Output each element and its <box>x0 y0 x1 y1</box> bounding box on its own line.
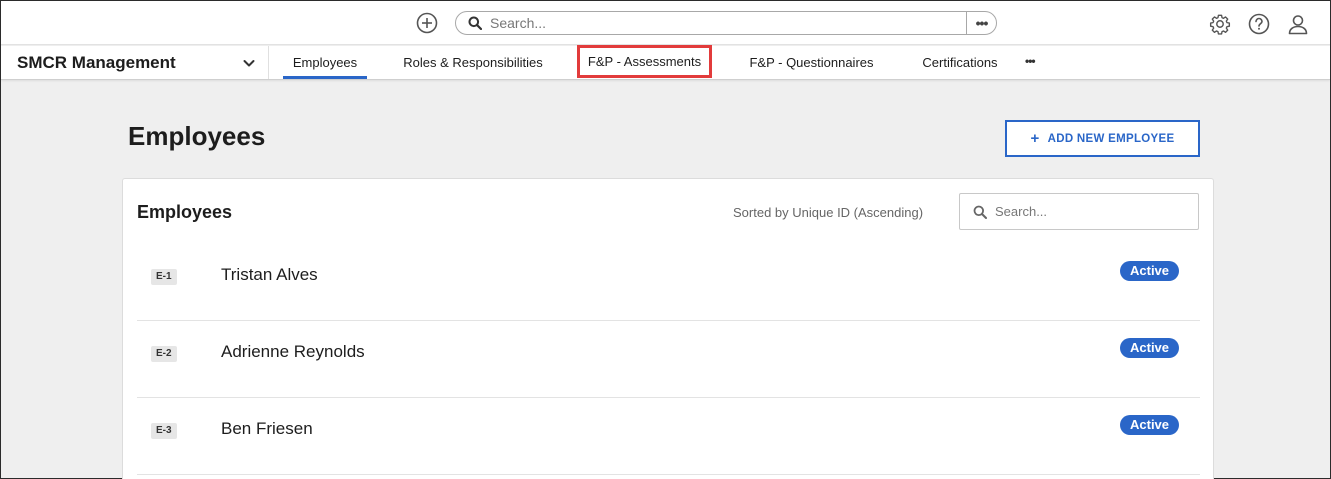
status-badge: Active <box>1120 261 1180 281</box>
table-row[interactable]: E-2 Adrienne Reynolds Active <box>137 321 1200 398</box>
nav-more-button[interactable]: ••• <box>1025 54 1045 68</box>
nav-bar: SMCR Management Employees Roles & Respon… <box>1 45 1330 80</box>
top-bar: ••• <box>1 1 1330 45</box>
employees-card: Employees Sorted by Unique ID (Ascending… <box>122 178 1214 479</box>
global-search[interactable]: ••• <box>455 11 997 35</box>
page-title: Employees <box>128 121 266 151</box>
table-row[interactable]: E-1 Tristan Alves Active <box>137 244 1200 321</box>
tab-roles-responsibilities[interactable]: Roles & Responsibilities <box>396 46 550 79</box>
plus-icon: + <box>1030 130 1040 147</box>
help-icon[interactable] <box>1247 12 1271 36</box>
tab-fp-questionnaires[interactable]: F&P - Questionnaires <box>742 46 881 79</box>
gear-icon[interactable] <box>1208 12 1232 36</box>
employee-search-input[interactable] <box>995 204 1185 219</box>
sort-indicator: Sorted by Unique ID (Ascending) <box>733 205 924 220</box>
table-row[interactable]: E-3 Ben Friesen Active <box>137 398 1200 475</box>
chevron-down-icon <box>242 56 256 70</box>
unique-id-badge: E-2 <box>151 346 177 362</box>
search-more-button[interactable]: ••• <box>966 12 996 34</box>
search-icon <box>468 16 482 30</box>
unique-id-badge: E-3 <box>151 423 177 439</box>
app-selector[interactable]: SMCR Management <box>1 46 269 79</box>
tab-fp-assessments[interactable]: F&P - Assessments <box>577 45 712 78</box>
add-new-employee-label: ADD NEW EMPLOYEE <box>1047 132 1175 145</box>
employee-name[interactable]: Tristan Alves <box>221 265 318 285</box>
unique-id-badge: E-1 <box>151 269 177 285</box>
status-badge: Active <box>1120 338 1180 358</box>
user-icon[interactable] <box>1286 12 1310 36</box>
employee-name[interactable]: Adrienne Reynolds <box>221 342 365 362</box>
add-new-employee-button[interactable]: + ADD NEW EMPLOYEE <box>1005 120 1200 157</box>
global-search-input[interactable] <box>490 13 960 33</box>
status-badge: Active <box>1120 415 1180 435</box>
add-circle-icon[interactable] <box>415 11 439 35</box>
card-title: Employees <box>137 202 233 222</box>
employee-search[interactable] <box>959 193 1199 230</box>
app-name: SMCR Management <box>17 52 176 72</box>
tab-certifications[interactable]: Certifications <box>913 46 1007 79</box>
tab-employees[interactable]: Employees <box>283 46 367 79</box>
search-icon <box>973 205 987 219</box>
employee-name[interactable]: Ben Friesen <box>221 419 313 439</box>
